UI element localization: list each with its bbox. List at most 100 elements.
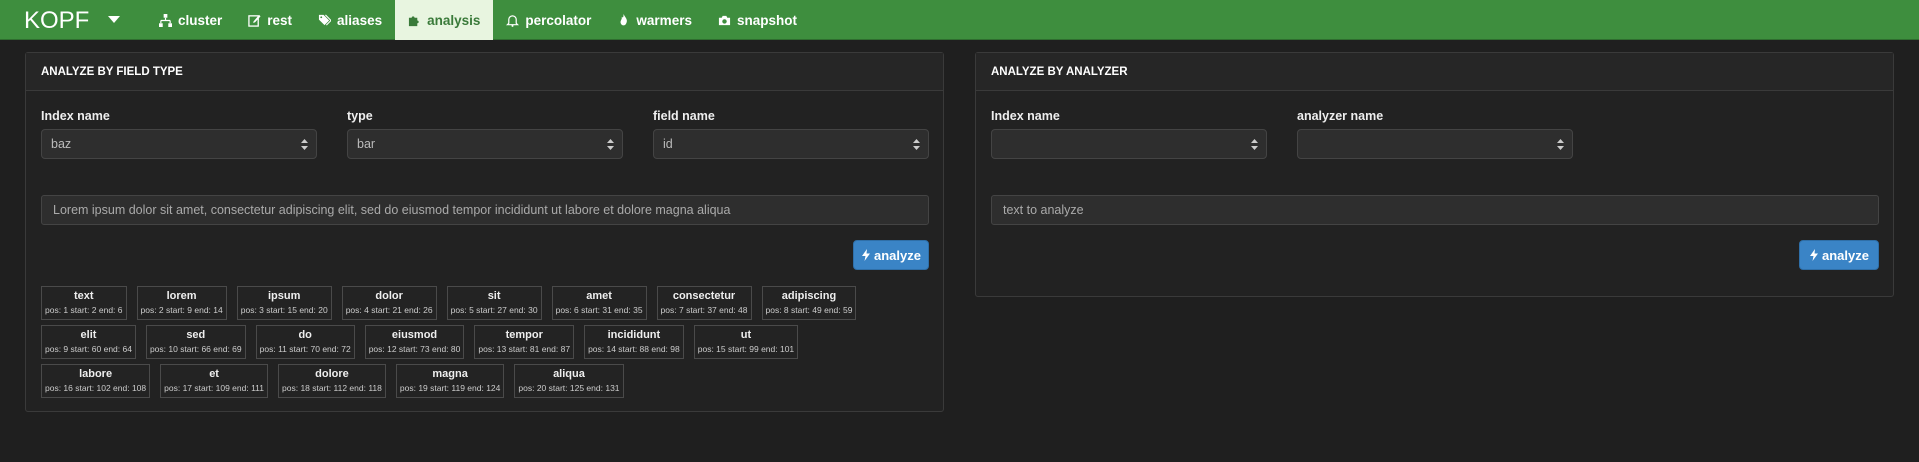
- token-box: incididunt pos: 14 start: 88 end: 98: [584, 325, 684, 359]
- bolt-icon: [862, 249, 870, 261]
- token-term: ut: [740, 328, 752, 341]
- token-position: pos: 14 start: 88 end: 98: [588, 343, 680, 354]
- token-box: aliqua pos: 20 start: 125 end: 131: [514, 364, 624, 398]
- token-row: text pos: 1 start: 2 end: 6 lorem pos: 2 st…: [41, 286, 857, 320]
- token-box: sit pos: 5 start: 27 end: 30: [446, 286, 542, 320]
- token-term: sed: [186, 328, 206, 341]
- tab-cluster[interactable]: cluster: [146, 0, 235, 40]
- select-arrows-icon: [913, 139, 920, 150]
- token-box: labore pos: 16 start: 102 end: 108: [41, 364, 151, 398]
- token-position: pos: 12 start: 73 end: 80: [368, 343, 461, 354]
- field-name-label: field name: [653, 109, 715, 123]
- token-position: pos: 7 start: 37 end: 48: [660, 304, 748, 315]
- token-box: elit pos: 9 start: 60 end: 64: [41, 325, 136, 359]
- token-row: elit pos: 9 start: 60 end: 64 sed pos: 10 s…: [41, 325, 799, 359]
- panel-title: ANALYZE BY FIELD TYPE: [26, 53, 943, 91]
- bolt-icon: [1810, 249, 1818, 261]
- token-term: elit: [80, 328, 97, 341]
- token-position: pos: 15 start: 99 end: 101: [697, 343, 795, 354]
- index-name-select[interactable]: [991, 129, 1267, 159]
- token-term: text: [73, 289, 94, 302]
- tab-label: warmers: [636, 12, 692, 28]
- token-box: et pos: 17 start: 109 end: 111: [160, 364, 269, 398]
- analyzer-name-select[interactable]: [1297, 129, 1573, 159]
- text-to-analyze-input[interactable]: text to analyze: [991, 195, 1879, 225]
- main-nav: cluster rest aliases analysis percolator…: [146, 0, 810, 40]
- index-name-label: Index name: [991, 109, 1060, 123]
- token-term: do: [298, 328, 312, 341]
- token-box: dolor pos: 4 start: 21 end: 26: [341, 286, 437, 320]
- token-box: text pos: 1 start: 2 end: 6: [41, 286, 127, 320]
- token-term: ipsum: [268, 289, 301, 302]
- token-row: labore pos: 16 start: 102 end: 108 et pos: …: [41, 364, 761, 398]
- select-value: baz: [51, 137, 72, 151]
- caret-down-icon[interactable]: [106, 11, 122, 27]
- tab-snapshot[interactable]: snapshot: [705, 0, 810, 40]
- tab-label: percolator: [525, 12, 592, 28]
- tags-icon: [318, 14, 332, 26]
- token-position: pos: 16 start: 102 end: 108: [45, 382, 147, 393]
- token-term: adipiscing: [781, 289, 837, 302]
- token-term: eiusmod: [391, 328, 438, 341]
- token-position: pos: 9 start: 60 end: 64: [45, 343, 132, 354]
- analyze-button[interactable]: analyze: [1799, 240, 1879, 270]
- analyze-button[interactable]: analyze: [853, 240, 929, 270]
- token-term: labore: [79, 367, 113, 380]
- puzzle-icon: [409, 15, 419, 26]
- token-position: pos: 4 start: 21 end: 26: [345, 304, 433, 315]
- select-value: id: [663, 137, 673, 151]
- tab-label: analysis: [427, 12, 481, 28]
- token-box: ipsum pos: 3 start: 15 end: 20: [236, 286, 332, 320]
- token-term: dolor: [375, 289, 403, 302]
- select-value: bar: [357, 137, 376, 151]
- tab-aliases[interactable]: aliases: [305, 0, 395, 40]
- brand-logo[interactable]: KOPF: [24, 7, 89, 35]
- type-label: type: [347, 109, 373, 123]
- sitemap-icon: [159, 13, 172, 27]
- token-term: incididunt: [607, 328, 661, 341]
- token-position: pos: 5 start: 27 end: 30: [450, 304, 538, 315]
- camera-icon: [718, 15, 731, 25]
- token-position: pos: 13 start: 81 end: 87: [478, 343, 571, 354]
- token-box: eiusmod pos: 12 start: 73 end: 80: [364, 325, 465, 359]
- token-box: amet pos: 6 start: 31 end: 35: [551, 286, 647, 320]
- token-box: dolore pos: 18 start: 112 end: 118: [278, 364, 386, 398]
- token-position: pos: 17 start: 109 end: 111: [164, 382, 265, 393]
- token-position: pos: 6 start: 31 end: 35: [555, 304, 643, 315]
- token-box: ut pos: 15 start: 99 end: 101: [693, 325, 799, 359]
- tab-label: rest: [267, 12, 293, 28]
- token-term: sit: [487, 289, 501, 302]
- edit-icon: [248, 14, 261, 27]
- token-position: pos: 10 start: 66 end: 69: [149, 343, 242, 354]
- fire-icon: [620, 13, 628, 25]
- token-box: do pos: 11 start: 70 end: 72: [255, 325, 355, 359]
- tab-percolator[interactable]: percolator: [493, 0, 604, 40]
- text-to-analyze-input[interactable]: Lorem ipsum dolor sit amet, consectetur …: [41, 195, 929, 225]
- token-box: adipiscing pos: 8 start: 49 end: 59: [761, 286, 857, 320]
- index-name-label: Index name: [41, 109, 110, 123]
- tab-label: snapshot: [736, 12, 797, 28]
- button-label: analyze: [1822, 247, 1869, 263]
- token-term: amet: [586, 289, 612, 302]
- token-term: tempor: [505, 328, 543, 341]
- token-position: pos: 8 start: 49 end: 59: [765, 304, 853, 315]
- tab-warmers[interactable]: warmers: [604, 0, 705, 40]
- tab-analysis[interactable]: analysis: [395, 0, 494, 40]
- field-name-select[interactable]: id: [653, 129, 929, 159]
- token-term: consectetur: [672, 289, 736, 302]
- index-name-select[interactable]: baz: [41, 129, 317, 159]
- tab-rest[interactable]: rest: [235, 0, 305, 40]
- type-select[interactable]: bar: [347, 129, 623, 159]
- token-position: pos: 19 start: 119 end: 124: [399, 382, 501, 393]
- select-arrows-icon: [301, 139, 308, 150]
- tab-label: aliases: [337, 12, 383, 28]
- bell-icon: [506, 14, 520, 27]
- token-position: pos: 2 start: 9 end: 14: [140, 304, 223, 315]
- analyzer-panel: ANALYZE BY ANALYZER Index name analyzer …: [975, 52, 1894, 297]
- token-box: consectetur pos: 7 start: 37 end: 48: [656, 286, 752, 320]
- select-arrows-icon: [607, 139, 614, 150]
- panel-title: ANALYZE BY ANALYZER: [976, 53, 1893, 91]
- token-position: pos: 18 start: 112 end: 118: [282, 382, 382, 393]
- token-box: sed pos: 10 start: 66 end: 69: [145, 325, 246, 359]
- token-term: et: [209, 367, 219, 380]
